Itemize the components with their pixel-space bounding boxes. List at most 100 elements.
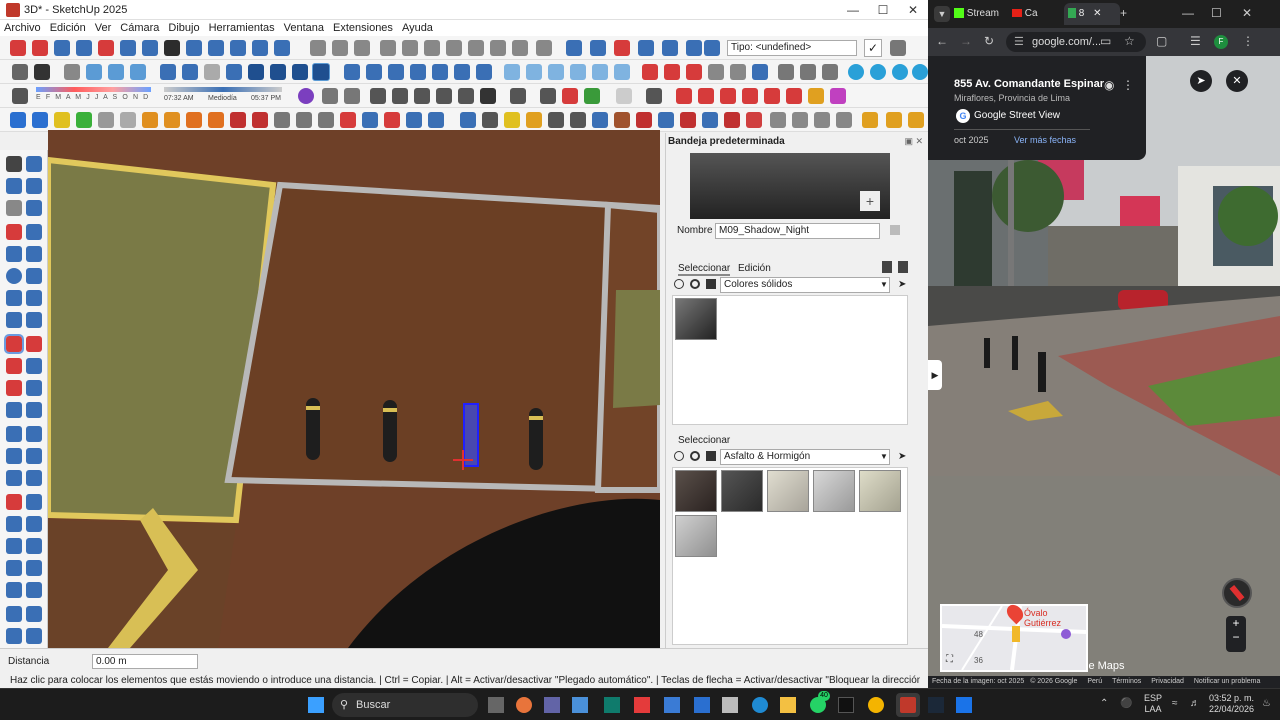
edge-icon[interactable] <box>752 697 768 713</box>
menu-dibujo[interactable]: Dibujo <box>168 22 199 34</box>
camera-3-icon[interactable] <box>414 88 430 104</box>
position-camera-icon[interactable] <box>6 560 22 576</box>
follow-me-icon[interactable] <box>26 358 42 374</box>
camera-4-icon[interactable] <box>436 88 452 104</box>
dimension-icon[interactable] <box>6 426 22 442</box>
plugin-19-icon[interactable] <box>406 112 422 128</box>
redo-icon[interactable] <box>490 40 506 56</box>
bookmark-star-icon[interactable]: ☆ <box>1124 34 1135 48</box>
copy-icon[interactable] <box>402 40 418 56</box>
app-6-icon[interactable] <box>956 697 972 713</box>
start-button[interactable] <box>308 697 324 713</box>
eraser-tool-icon[interactable] <box>32 40 48 56</box>
forward-arrow-icon[interactable]: → <box>960 34 972 48</box>
forward-icon-2[interactable] <box>690 451 700 461</box>
house-style-2-icon[interactable] <box>366 64 382 80</box>
maximize-button[interactable]: ☐ <box>868 0 898 20</box>
reading-list-icon[interactable]: ☰ <box>1190 34 1201 48</box>
arc-3-icon[interactable] <box>6 312 22 328</box>
add-material-icon[interactable]: + <box>860 191 880 211</box>
push-pull-icon[interactable] <box>26 336 42 352</box>
arc-2-icon[interactable] <box>26 290 42 306</box>
steam-icon[interactable] <box>928 697 944 713</box>
plugin-22-icon[interactable] <box>482 112 498 128</box>
iso-view-icon[interactable] <box>64 64 80 80</box>
arrow-3-icon[interactable] <box>720 88 736 104</box>
menu-ayuda[interactable]: Ayuda <box>402 22 433 34</box>
lasso-icon[interactable] <box>26 156 42 172</box>
camera-2-icon[interactable] <box>392 88 408 104</box>
tape-measure-icon[interactable] <box>6 402 22 418</box>
swatch-concrete-4[interactable] <box>675 515 717 557</box>
plugin-3-icon[interactable] <box>54 112 70 128</box>
swatch-shadow-night[interactable] <box>675 298 717 340</box>
back-edges-icon[interactable] <box>182 64 198 80</box>
close-button[interactable]: ✕ <box>898 0 928 20</box>
plugin-6-icon[interactable] <box>120 112 136 128</box>
freehand-icon[interactable] <box>26 224 42 240</box>
plugin-9-icon[interactable] <box>186 112 202 128</box>
save-icon[interactable] <box>354 40 370 56</box>
style-icon[interactable] <box>312 63 330 81</box>
plugin-16-icon[interactable] <box>340 112 356 128</box>
location-icon[interactable] <box>642 64 658 80</box>
tab-maps-active[interactable]: 8 ✕ <box>1064 3 1120 25</box>
back-icon-2[interactable] <box>674 451 684 461</box>
firefox-icon[interactable] <box>516 697 532 713</box>
footer-terms[interactable]: Términos <box>1112 678 1141 685</box>
menu-extensiones[interactable]: Extensiones <box>333 22 393 34</box>
plugin-30-icon[interactable] <box>658 112 674 128</box>
xray-icon[interactable] <box>160 64 176 80</box>
export-icon[interactable] <box>26 628 42 644</box>
outlook-icon[interactable] <box>694 697 710 713</box>
bucket-icon[interactable] <box>898 261 908 273</box>
box-icon[interactable] <box>322 88 338 104</box>
solid-tools-5-icon[interactable] <box>592 64 608 80</box>
open-file-icon[interactable] <box>332 40 348 56</box>
zoom-window-tool-icon[interactable] <box>26 516 42 532</box>
tiktok-icon[interactable] <box>838 697 854 713</box>
app-2-icon[interactable] <box>604 697 620 713</box>
swatch-concrete-2[interactable] <box>813 470 855 512</box>
more-dates-link[interactable]: Ver más fechas <box>1014 135 1076 145</box>
tool-settings-icon[interactable] <box>890 40 906 56</box>
gear-icon[interactable] <box>800 64 816 80</box>
pan-icon[interactable] <box>120 40 136 56</box>
select-tool-icon[interactable] <box>10 40 26 56</box>
profile-avatar[interactable]: F <box>1214 35 1228 49</box>
plugin-26-icon[interactable] <box>570 112 586 128</box>
arrow-5-icon[interactable] <box>764 88 780 104</box>
place-menu-icon[interactable]: ⋮ <box>1122 78 1134 92</box>
zoom-extents-icon[interactable] <box>6 538 22 554</box>
pie-icon[interactable] <box>26 312 42 328</box>
leaf-icon[interactable] <box>584 88 600 104</box>
home-icon-2[interactable] <box>706 451 716 461</box>
eraser-icon[interactable] <box>26 178 42 194</box>
shaded-textures-icon[interactable] <box>270 64 286 80</box>
site-info-icon[interactable]: ☰ <box>1014 32 1024 52</box>
footer-report[interactable]: Notificar un problema <box>1194 678 1261 685</box>
plugin-4-icon[interactable] <box>76 112 92 128</box>
plugin-17-icon[interactable] <box>362 112 378 128</box>
plugin-2-icon[interactable] <box>32 112 48 128</box>
smoove-icon[interactable] <box>614 40 630 56</box>
paint-bucket-icon[interactable] <box>6 178 22 194</box>
plugin-20-icon[interactable] <box>428 112 444 128</box>
page-icon[interactable] <box>12 64 28 80</box>
plugin-29-icon[interactable] <box>636 112 652 128</box>
warehouse-tool-icon[interactable] <box>6 606 22 622</box>
time-slider[interactable] <box>164 87 282 92</box>
duplicate-icon[interactable] <box>890 225 900 235</box>
sandbox-icon[interactable] <box>566 40 582 56</box>
stamp-icon[interactable] <box>638 40 654 56</box>
sketchup-taskbar-button[interactable] <box>896 693 920 717</box>
plugin-23-icon[interactable] <box>504 112 520 128</box>
tab-select[interactable]: Seleccionar <box>678 263 731 276</box>
plugin-39-icon[interactable] <box>862 112 878 128</box>
orbit-tool-icon[interactable] <box>6 494 22 510</box>
cut-icon[interactable] <box>380 40 396 56</box>
select-arrow-icon[interactable] <box>6 156 22 172</box>
plugin-5-icon[interactable] <box>98 112 114 128</box>
rectangle-icon[interactable] <box>6 246 22 262</box>
measurements-input[interactable]: 0.00 m <box>92 654 198 669</box>
